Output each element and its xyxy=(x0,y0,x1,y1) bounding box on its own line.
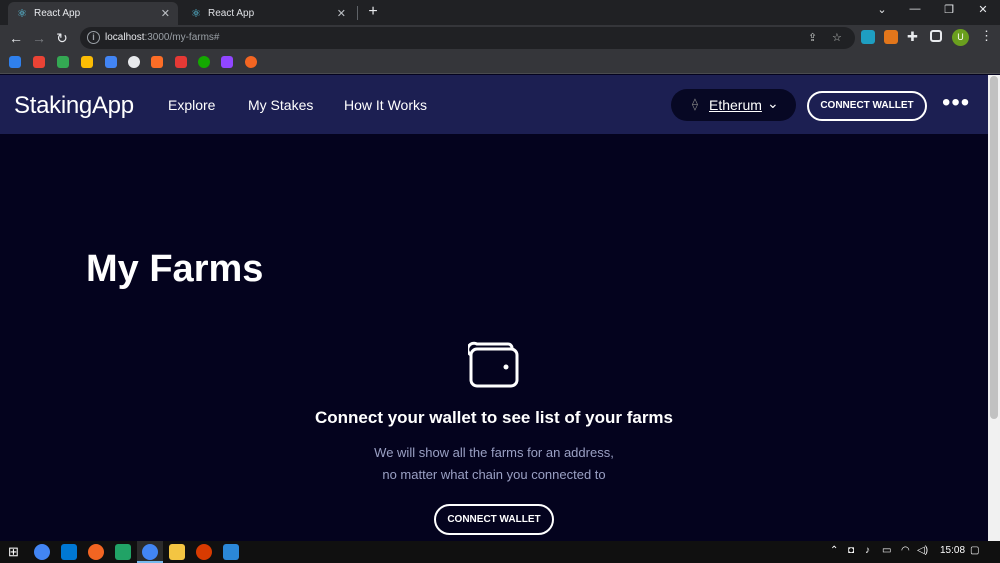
new-tab-icon[interactable]: + xyxy=(365,3,381,21)
side-panel-icon[interactable] xyxy=(930,30,942,42)
close-window-icon[interactable]: ✕ xyxy=(973,3,993,16)
tray-app-icon[interactable]: ◘ xyxy=(848,545,854,556)
taskbar-chrome-icon[interactable] xyxy=(142,544,158,560)
empty-state-line-2: no matter what chain you connected to xyxy=(382,467,606,482)
share-icon[interactable]: ⇪ xyxy=(808,31,817,44)
chain-selector[interactable]: ⟠ Etherum ⌄ xyxy=(671,89,796,121)
taskbar-vscode-icon[interactable] xyxy=(61,544,77,560)
taskbar-app-icon[interactable] xyxy=(115,544,131,560)
profile-avatar[interactable]: U xyxy=(952,29,969,46)
bookmark-gmail-icon[interactable] xyxy=(33,56,45,68)
empty-state-title: Connect your wallet to see list of your … xyxy=(314,408,674,427)
tray-overflow-icon[interactable]: ⌃ xyxy=(830,545,838,556)
volume-icon[interactable]: ◁) xyxy=(917,545,928,556)
react-favicon-icon: ⚛ xyxy=(17,7,27,20)
metamask-icon[interactable] xyxy=(884,30,898,44)
browser-tab-bar: ⚛ React App ✕ ⚛ React App ✕ + ⌄ — ❐ ✕ xyxy=(0,0,1000,25)
bookmark-site-icon[interactable] xyxy=(245,56,257,68)
main-content: My Farms Connect your wallet to see list… xyxy=(0,134,988,541)
ethereum-icon: ⟠ xyxy=(692,97,698,111)
forward-icon[interactable]: → xyxy=(30,29,48,47)
bookmark-drive-icon[interactable] xyxy=(57,56,69,68)
taskbar-app-icon[interactable] xyxy=(223,544,239,560)
taskbar-file-explorer-icon[interactable] xyxy=(169,544,185,560)
taskbar-app-icon[interactable] xyxy=(196,544,212,560)
site-info-icon[interactable]: i xyxy=(87,31,100,44)
taskbar-app-icon[interactable] xyxy=(88,544,104,560)
tab-search-icon[interactable]: ⌄ xyxy=(872,3,892,16)
scrollbar-thumb[interactable] xyxy=(990,76,998,419)
wifi-icon[interactable]: ◠ xyxy=(901,545,910,556)
tab-title: React App xyxy=(208,8,255,19)
url-text[interactable]: localhost:3000/my-farms# xyxy=(105,32,220,43)
microphone-icon[interactable]: ♪ xyxy=(865,545,870,556)
app-logo[interactable]: StakingApp xyxy=(14,92,134,120)
bookmark-keep-icon[interactable] xyxy=(81,56,93,68)
bookmark-calendar-icon[interactable] xyxy=(105,56,117,68)
chain-label: Etherum xyxy=(709,97,762,113)
connect-wallet-button[interactable]: CONNECT WALLET xyxy=(434,504,554,535)
extension-icon[interactable] xyxy=(861,30,875,44)
reload-icon[interactable]: ↻ xyxy=(53,29,71,47)
restore-icon[interactable]: ❐ xyxy=(939,3,959,16)
tab-title: React App xyxy=(34,8,81,19)
puzzle-extensions-icon[interactable]: ✚ xyxy=(907,29,918,45)
bookmark-star-icon[interactable]: ☆ xyxy=(832,31,842,44)
taskbar-chrome-icon[interactable] xyxy=(34,544,50,560)
bookmark-twitch-icon[interactable] xyxy=(221,56,233,68)
nav-how-it-works[interactable]: How It Works xyxy=(344,97,427,113)
notifications-icon[interactable]: ▢ xyxy=(970,545,979,556)
more-options-icon[interactable]: ••• xyxy=(942,91,970,115)
back-icon[interactable]: ← xyxy=(7,29,25,47)
close-tab-icon[interactable]: ✕ xyxy=(161,7,170,20)
header-connect-wallet-button[interactable]: CONNECT WALLET xyxy=(807,91,927,121)
windows-start-icon[interactable]: ⊞ xyxy=(8,544,19,560)
browser-tab-1[interactable]: ⚛ React App ✕ xyxy=(8,2,178,25)
bookmark-gitlab-icon[interactable] xyxy=(151,56,163,68)
tab-separator xyxy=(357,6,358,20)
bookmark-app-icon[interactable] xyxy=(175,56,187,68)
close-tab-icon[interactable]: ✕ xyxy=(337,7,346,20)
nav-my-stakes[interactable]: My Stakes xyxy=(248,97,313,113)
browser-tab-2[interactable]: ⚛ React App ✕ xyxy=(182,2,354,25)
nav-explore[interactable]: Explore xyxy=(168,97,215,113)
chevron-down-icon: ⌄ xyxy=(767,95,779,111)
empty-state-line-1: We will show all the farms for an addres… xyxy=(374,445,614,460)
browser-menu-icon[interactable]: ⋮ xyxy=(980,28,993,44)
browser-toolbar: ← → ↻ i localhost:3000/my-farms# ⇪ ☆ ✚ U… xyxy=(0,25,1000,51)
windows-taskbar: ⊞ ⌃ ◘ ♪ ▭ ◠ ◁) 15:08 ▢ xyxy=(0,541,1000,563)
clock[interactable]: 15:08 xyxy=(940,545,965,556)
minimize-icon[interactable]: — xyxy=(905,3,925,15)
app-header: StakingApp Explore My Stakes How It Work… xyxy=(0,75,988,134)
bookmark-vscode-icon[interactable] xyxy=(9,56,21,68)
address-bar[interactable]: i localhost:3000/my-farms# ⇪ ☆ xyxy=(80,27,855,49)
bookmarks-bar xyxy=(0,51,1000,74)
bookmark-github-icon[interactable] xyxy=(128,56,140,68)
page-title: My Farms xyxy=(86,248,264,290)
bookmark-upwork-icon[interactable] xyxy=(198,56,210,68)
react-favicon-icon: ⚛ xyxy=(191,7,201,20)
wallet-icon xyxy=(466,340,520,395)
battery-icon[interactable]: ▭ xyxy=(882,545,891,556)
